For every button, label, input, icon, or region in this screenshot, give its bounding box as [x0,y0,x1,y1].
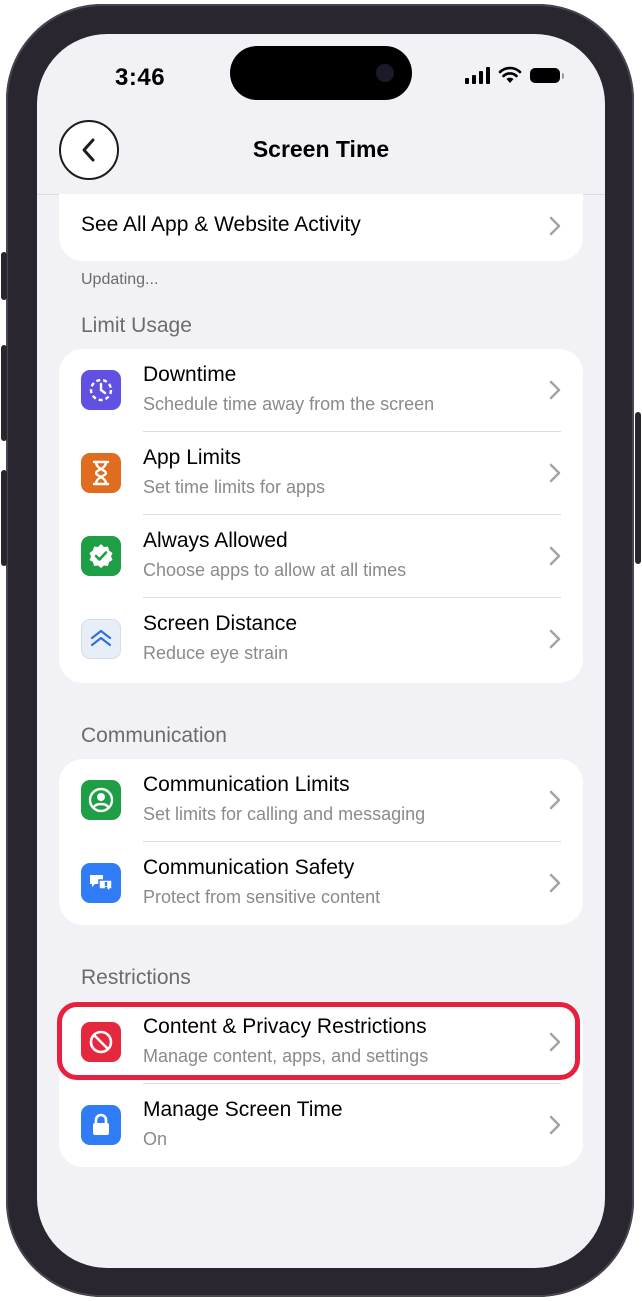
always-allowed-title: Always Allowed [143,529,288,552]
person-circle-icon [81,780,121,820]
chevron-right-icon [549,1115,561,1135]
communication-safety-row[interactable]: Communication Safety Protect from sensit… [59,842,583,925]
cellular-signal-icon [465,66,490,84]
downtime-title: Downtime [143,363,237,386]
status-icons [465,66,564,84]
chevron-right-icon [549,873,561,893]
manage-screen-time-status: On [143,1129,168,1149]
hourglass-icon [81,453,121,493]
communication-limits-subtitle: Set limits for calling and messaging [143,804,426,824]
battery-icon [530,67,564,83]
screen-distance-icon [81,619,121,659]
volume-down-button [1,470,7,566]
chevron-right-icon [549,546,561,566]
communication-card: Communication Limits Set limits for call… [59,759,583,925]
see-all-activity-label: See All App & Website Activity [81,213,361,236]
limit-usage-card: Downtime Schedule time away from the scr… [59,349,583,683]
always-allowed-row[interactable]: Always Allowed Choose apps to allow at a… [59,515,583,598]
app-limits-title: App Limits [143,446,242,469]
always-allowed-subtitle: Choose apps to allow at all times [143,560,407,580]
see-all-activity-row[interactable]: See All App & Website Activity [59,194,583,260]
manage-screen-time-title: Manage Screen Time [143,1098,343,1121]
communication-limits-title: Communication Limits [143,773,350,796]
dynamic-island [230,46,412,100]
communication-limits-row[interactable]: Communication Limits Set limits for call… [59,759,583,842]
communication-safety-subtitle: Protect from sensitive content [143,887,381,907]
section-header-restrictions: Restrictions [81,966,191,989]
status-time: 3:46 [115,64,166,91]
screen-distance-title: Screen Distance [143,612,298,635]
section-header-communication: Communication [81,724,227,747]
chat-bubbles-icon [81,863,121,903]
navigation-bar: Screen Time [37,112,605,195]
activity-card: See All App & Website Activity [59,194,583,261]
chevron-right-icon [549,216,561,236]
highlight-outline [57,1002,580,1080]
screen-distance-row[interactable]: Screen Distance Reduce eye strain [59,598,583,681]
wifi-icon [498,66,522,83]
downtime-subtitle: Schedule time away from the screen [143,394,435,414]
chevron-right-icon [549,463,561,483]
communication-safety-title: Communication Safety [143,856,355,879]
downtime-icon [81,370,121,410]
screen: 3:46 Screen Time See All App & Website A… [37,34,605,1268]
lock-icon [81,1105,121,1145]
app-limits-row[interactable]: App Limits Set time limits for apps [59,432,583,515]
manage-screen-time-row[interactable]: Manage Screen Time On [59,1084,583,1167]
chevron-right-icon [549,380,561,400]
mute-switch [1,252,7,300]
section-header-limit-usage: Limit Usage [81,314,192,337]
chevron-right-icon [549,790,561,810]
screen-distance-subtitle: Reduce eye strain [143,643,289,663]
power-button [635,412,641,564]
volume-up-button [1,345,7,441]
checkmark-badge-icon [81,536,121,576]
updating-note: Updating... [81,271,159,288]
page-title: Screen Time [252,136,390,162]
chevron-right-icon [549,629,561,649]
downtime-row[interactable]: Downtime Schedule time away from the scr… [59,349,583,432]
app-limits-subtitle: Set time limits for apps [143,477,326,497]
